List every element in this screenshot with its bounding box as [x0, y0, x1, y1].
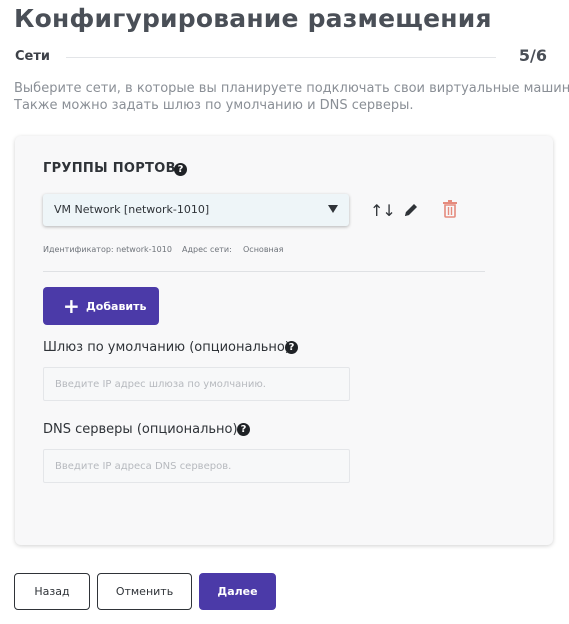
dns-help-icon[interactable]: ? — [237, 423, 250, 436]
cancel-button[interactable]: Отменить — [97, 573, 192, 610]
port-groups-title: ГРУППЫ ПОРТОВ — [43, 161, 176, 176]
add-port-group-button[interactable]: + Добавить — [43, 287, 159, 325]
description-line-2: Также можно задать шлюз по умолчанию и D… — [14, 98, 414, 113]
network-identifier: Идентификатор: network-1010 — [43, 245, 172, 254]
sort-arrows-icon[interactable]: ↑↓ — [370, 201, 396, 220]
port-groups-help-icon[interactable]: ? — [174, 163, 187, 176]
gateway-input[interactable] — [43, 367, 350, 401]
dns-input[interactable] — [43, 449, 350, 483]
next-button[interactable]: Далее — [199, 573, 276, 610]
step-divider — [66, 57, 496, 58]
gateway-label: Шлюз по умолчанию (опционально) — [43, 340, 290, 355]
network-address-label: Адрес сети: — [182, 245, 232, 254]
step-counter: 5/6 — [518, 46, 547, 65]
trash-icon[interactable] — [442, 200, 458, 222]
network-address-value: Основная — [243, 245, 284, 254]
description-line-1: Выберите сети, в которые вы планируете п… — [14, 81, 569, 96]
section-divider — [43, 271, 485, 272]
page-title: Конфигурирование размещения — [14, 4, 492, 33]
step-name: Сети — [15, 49, 51, 64]
dropdown-caret-icon — [328, 205, 338, 213]
pencil-icon[interactable] — [402, 201, 420, 223]
add-button-label: Добавить — [86, 300, 147, 313]
back-button[interactable]: Назад — [14, 573, 90, 610]
plus-icon: + — [63, 294, 80, 318]
dns-label: DNS серверы (опционально) — [43, 422, 238, 437]
port-group-select[interactable]: VM Network [network-1010] — [43, 194, 349, 226]
gateway-help-icon[interactable]: ? — [285, 341, 298, 354]
